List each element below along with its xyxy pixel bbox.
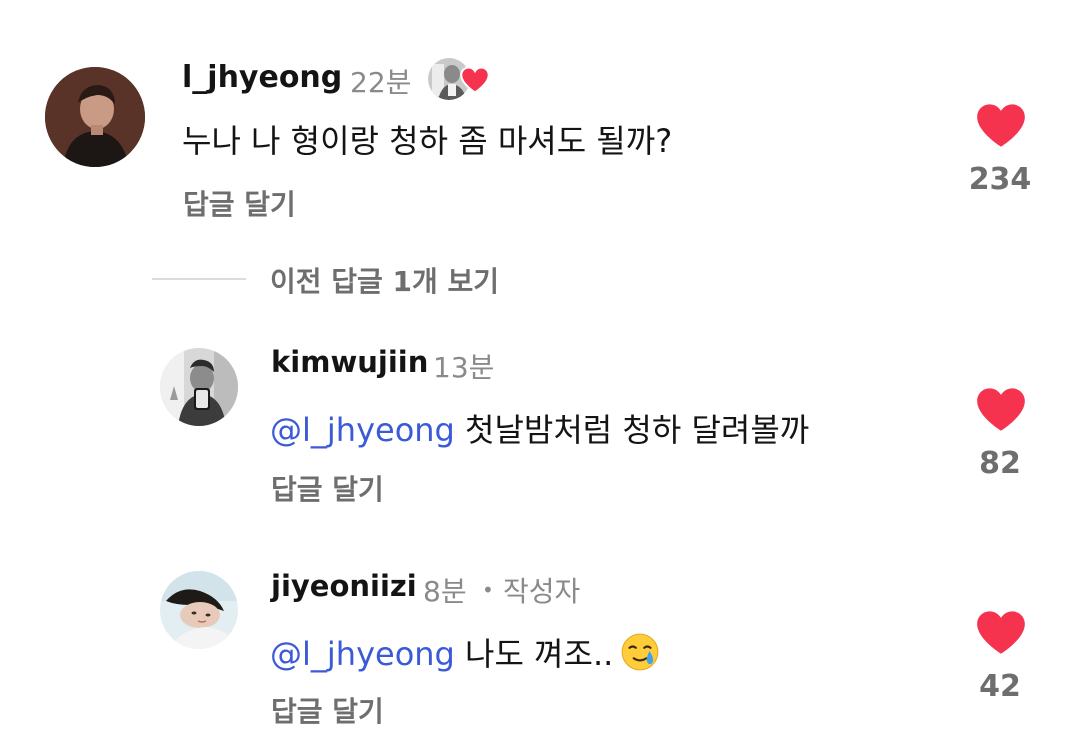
reply-text-line: @l_jhyeong 첫날밤처럼 청하 달려볼까 — [270, 405, 809, 451]
view-previous-replies[interactable]: 이전 답글 1개 보기 — [270, 260, 499, 300]
comment-text: 누나 나 형이랑 청하 좀 마셔도 될까? — [182, 122, 673, 160]
like-count: 234 — [968, 162, 1032, 197]
heart-icon — [460, 66, 490, 94]
author-badge: 작성자 — [503, 575, 581, 608]
separator-dot: • — [482, 578, 494, 602]
reply-text-line: @l_jhyeong 나도 껴조.. — [270, 629, 661, 675]
reply-button[interactable]: 답글 달기 — [271, 468, 384, 508]
reply-button[interactable]: 답글 달기 — [271, 690, 384, 730]
replies-divider — [152, 278, 246, 280]
like-button[interactable] — [975, 102, 1027, 148]
heart-icon — [977, 388, 1025, 431]
mention-link[interactable]: @l_jhyeong — [270, 411, 455, 449]
crying-smile-emoji-icon — [619, 631, 661, 673]
like-button[interactable] — [975, 386, 1027, 432]
reply-username[interactable]: jiyeoniizi — [271, 569, 417, 603]
like-button[interactable] — [975, 609, 1027, 655]
creator-liked-badge — [428, 58, 492, 102]
reply-time: 13분 — [433, 351, 495, 384]
reply-username[interactable]: kimwujiin — [271, 345, 428, 379]
like-count: 82 — [979, 446, 1021, 481]
avatar[interactable] — [160, 348, 238, 426]
reply-text: 첫날밤처럼 청하 달려볼까 — [465, 411, 810, 449]
comment-username[interactable]: l_jhyeong — [182, 60, 342, 95]
reply-text: 나도 껴조.. — [465, 635, 614, 673]
comment-time: 22분 — [350, 66, 412, 99]
avatar[interactable] — [160, 571, 238, 649]
like-count: 42 — [979, 669, 1021, 704]
heart-icon — [977, 104, 1025, 147]
heart-icon — [977, 611, 1025, 654]
avatar[interactable] — [45, 67, 145, 167]
reply-button[interactable]: 답글 달기 — [183, 183, 296, 223]
mention-link[interactable]: @l_jhyeong — [270, 635, 455, 673]
reply-time: 8분 — [423, 575, 467, 608]
